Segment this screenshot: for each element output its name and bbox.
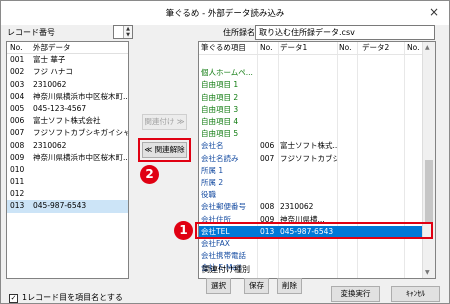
grid-row[interactable]: 役職 xyxy=(199,189,423,201)
grid-row[interactable]: 会社名読み007フジソフトカブシ... xyxy=(199,153,423,165)
delete-button[interactable]: 削除 xyxy=(277,278,302,294)
grid-row[interactable] xyxy=(199,55,423,67)
run-conversion-button[interactable]: 変換実行 xyxy=(331,286,380,302)
window-title: 筆ぐるめ - 外部データ読み込み xyxy=(165,9,285,19)
list-item[interactable]: 011 xyxy=(7,176,128,188)
mapping-grid[interactable]: 筆ぐるめ項目 No. データ1 No. データ2 No. 個人ホームペ... 自… xyxy=(198,41,436,279)
grid-row[interactable]: 所属 1 xyxy=(199,165,423,177)
grid-row[interactable]: 会社名 006 富士ソフト株式... xyxy=(199,140,423,152)
list-item[interactable]: 009 神奈川県横浜市中区桜木町... xyxy=(7,152,128,164)
file-name-field[interactable]: 取り込む住所録データ.csv xyxy=(255,25,435,40)
record-number-label: レコード番号 xyxy=(7,28,55,37)
close-icon[interactable]: × xyxy=(429,5,439,19)
step-badge-1: 1 xyxy=(174,221,193,240)
highlight-unlink-box xyxy=(138,138,191,162)
grid-row[interactable]: 自由項目 5 xyxy=(199,128,423,140)
scroll-up-icon[interactable]: ▲ xyxy=(425,44,430,51)
header-no: No. xyxy=(10,43,23,52)
list-item[interactable]: 007 フジソフトカブシキガイシャ xyxy=(7,127,128,139)
grid-row[interactable]: 個人ホームペ... xyxy=(199,67,423,79)
cancel-button[interactable]: ｷｬﾝｾﾙ xyxy=(391,286,440,302)
scroll-thumb[interactable] xyxy=(425,160,433,224)
list-item-selected[interactable]: 013 045-987-6543 xyxy=(7,200,128,213)
record-number-spinner[interactable]: ▲ ▼ xyxy=(123,26,132,38)
list-item[interactable]: 012 xyxy=(7,188,128,200)
grid-scrollbar[interactable]: ▲ ▼ xyxy=(422,42,435,278)
list-header: No. 外部データ xyxy=(7,42,128,55)
grid-row[interactable]: 自由項目 4 xyxy=(199,116,423,128)
list-item[interactable]: 005 045-123-4567 xyxy=(7,103,128,115)
grid-row[interactable]: 自由項目 1 xyxy=(199,79,423,91)
import-dialog: 筆ぐるめ - 外部データ読み込み × レコード番号 1 ▲ ▼ 住所録名 取り込… xyxy=(0,0,450,304)
list-item[interactable]: 008 2310062 xyxy=(7,140,128,152)
grid-row[interactable]: 会社FAX xyxy=(199,238,423,250)
header-external-data: 外部データ xyxy=(33,43,71,52)
highlight-selected-row-box xyxy=(195,222,433,239)
grid-header: 筆ぐるめ項目 No. データ1 No. データ2 No. xyxy=(201,43,420,52)
step-badge-2: 2 xyxy=(140,165,159,184)
title-bar: 筆ぐるめ - 外部データ読み込み × xyxy=(1,1,449,25)
list-item[interactable]: 001 富士 華子 xyxy=(7,54,128,66)
external-data-list[interactable]: No. 外部データ 001 富士 華子 002 フジ ハナコ 003 2310062 … xyxy=(6,41,129,279)
list-item[interactable]: 010 xyxy=(7,164,128,176)
file-name-label: 住所録名 xyxy=(223,28,255,37)
link-type-label: 関連付け種別 xyxy=(202,265,250,274)
list-item[interactable]: 002 フジ ハナコ xyxy=(7,66,128,78)
list-item[interactable]: 006 富士ソフト株式会社 xyxy=(7,115,128,127)
list-item[interactable]: 004 神奈川県横浜市中区桜木町... xyxy=(7,91,128,103)
grid-row[interactable]: 自由項目 2 xyxy=(199,92,423,104)
grid-row[interactable]: 所属 2 xyxy=(199,177,423,189)
header-row-checkbox-label: 1レコード目を項目名とする xyxy=(22,293,123,302)
grid-row[interactable]: 会社郵便番号 008 2310062 xyxy=(199,201,423,213)
spin-down-icon[interactable]: ▼ xyxy=(124,32,132,38)
grid-row[interactable]: 会社携帯電話 xyxy=(199,250,423,262)
select-button[interactable]: 選択 xyxy=(206,278,231,294)
grid-row[interactable]: 自由項目 3 xyxy=(199,104,423,116)
header-row-checkbox[interactable]: ✓ xyxy=(9,294,18,303)
scroll-down-icon[interactable]: ▼ xyxy=(425,269,430,276)
save-button[interactable]: 保存 xyxy=(244,278,269,294)
list-item[interactable]: 003 2310062 xyxy=(7,79,128,91)
link-button[interactable]: 関連付け ≫ xyxy=(142,114,187,130)
